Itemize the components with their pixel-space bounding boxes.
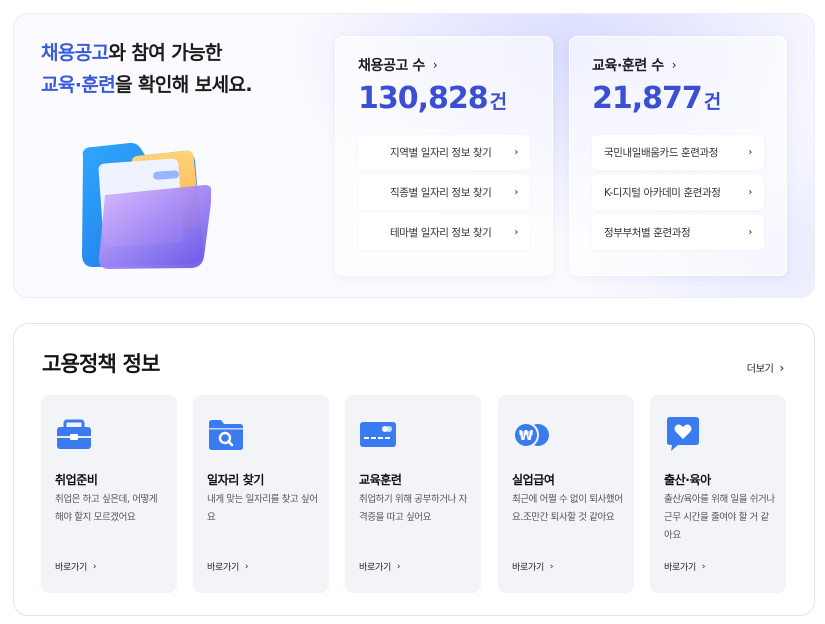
chevron-right-icon: ›: [514, 227, 518, 238]
education-card: 교육·훈련 수 › 21,877 건 국민내일배움카드 훈련과정 › K-디지털 …: [569, 36, 787, 276]
job-postings-count: 130,828 건: [358, 81, 508, 116]
go-label: 바로가기: [512, 563, 544, 573]
job-postings-number: 130,828: [358, 81, 489, 116]
job-postings-label: 채용공고 수: [358, 58, 425, 74]
go-label: 바로가기: [207, 563, 239, 573]
card-icon: [360, 422, 396, 447]
hero-title-line2: 을 확인해 보세요.: [115, 74, 252, 96]
job-link-region[interactable]: 지역별 일자리 정보 찾기 ›: [358, 135, 530, 170]
policy-card-childcare[interactable]: 출산·육아 출산/육아를 위해 일을 쉬거나 근무 시간을 줄여야 할 거 같아…: [650, 395, 786, 593]
hero-title-accent-jobs: 채용공고: [41, 42, 109, 64]
card-title: 출산·육아: [664, 473, 711, 487]
job-link-label: 직종별 일자리 정보 찾기: [390, 187, 492, 199]
education-count: 21,877 건: [592, 81, 722, 116]
card-title: 취업준비: [55, 473, 98, 487]
policy-card-education[interactable]: 교육훈련 취업하기 위해 공부하거나 자격증을 따고 싶어요 바로가기 ›: [345, 395, 481, 593]
heart-chat-icon: [667, 417, 699, 451]
card-desc: 최근에 어쩔 수 없이 퇴사했어요.조만간 퇴사할 것 같아요: [512, 494, 623, 523]
chevron-right-icon: ›: [748, 227, 752, 238]
chevron-right-icon: ›: [671, 58, 677, 72]
policy-card-unemployment[interactable]: ₩ 실업급여 최근에 어쩔 수 없이 퇴사했어요.조만간 퇴사할 것 같아요 바…: [498, 395, 634, 593]
go-link[interactable]: 바로가기 ›: [207, 560, 249, 574]
edu-link-national-card[interactable]: 국민내일배움카드 훈련과정 ›: [592, 135, 764, 170]
policy-card-job-search[interactable]: 일자리 찾기 내게 맞는 일자리를 찾고 싶어요 바로가기 ›: [193, 395, 329, 593]
won-coin-icon: ₩: [513, 422, 549, 448]
edu-link-ministry[interactable]: 정부부처별 훈련과정 ›: [592, 215, 764, 250]
policy-card-job-prep[interactable]: 취업준비 취업은 하고 싶은데, 어떻게 해야 할지 모르겠어요 바로가기 ›: [41, 395, 177, 593]
job-link-label: 테마별 일자리 정보 찾기: [390, 227, 492, 239]
go-label: 바로가기: [664, 563, 696, 573]
job-link-theme[interactable]: 테마별 일자리 정보 찾기 ›: [358, 215, 530, 250]
card-title: 실업급여: [512, 473, 555, 487]
chevron-right-icon: ›: [748, 187, 752, 198]
card-desc: 출산/육아를 위해 일을 쉬거나 근무 시간을 줄여야 할 거 같아요: [664, 494, 775, 541]
briefcase-icon: [57, 419, 91, 449]
hero-panel: 채용공고와 참여 가능한 교육·훈련을 확인해 보세요. 채용공고 수 › 13…: [14, 14, 814, 297]
chevron-right-icon: ›: [514, 147, 518, 158]
job-links: 지역별 일자리 정보 찾기 › 직종별 일자리 정보 찾기 › 테마별 일자리 …: [358, 135, 530, 255]
hero-title-accent-edu: 교육·훈련: [41, 74, 116, 96]
go-link[interactable]: 바로가기 ›: [512, 560, 554, 574]
education-number: 21,877: [592, 81, 703, 116]
chevron-right-icon: ›: [549, 561, 554, 572]
chevron-right-icon: ›: [514, 187, 518, 198]
education-heading[interactable]: 교육·훈련 수 ›: [592, 55, 677, 75]
policy-cards: 취업준비 취업은 하고 싶은데, 어떻게 해야 할지 모르겠어요 바로가기 › …: [41, 395, 787, 593]
education-unit: 건: [703, 91, 722, 113]
education-links: 국민내일배움카드 훈련과정 › K-디지털 아카데미 훈련과정 › 정부부처별 …: [592, 135, 764, 255]
go-link[interactable]: 바로가기 ›: [359, 560, 401, 574]
go-link[interactable]: 바로가기 ›: [664, 560, 706, 574]
card-desc: 취업은 하고 싶은데, 어떻게 해야 할지 모르겠어요: [55, 494, 158, 523]
more-link[interactable]: 더보기 ›: [746, 360, 785, 376]
chevron-right-icon: ›: [244, 561, 249, 572]
go-label: 바로가기: [359, 563, 391, 573]
go-link[interactable]: 바로가기 ›: [55, 560, 97, 574]
card-desc: 취업하기 위해 공부하거나 자격증을 따고 싶어요: [359, 494, 467, 523]
chevron-right-icon: ›: [432, 58, 438, 72]
hero-title-line1: 와 참여 가능한: [108, 42, 223, 64]
job-postings-card: 채용공고 수 › 130,828 건 지역별 일자리 정보 찾기 › 직종별 일자…: [335, 36, 553, 276]
job-postings-unit: 건: [489, 91, 508, 113]
more-label: 더보기: [746, 364, 774, 375]
card-desc: 내게 맞는 일자리를 찾고 싶어요: [207, 494, 318, 523]
chevron-right-icon: ›: [748, 147, 752, 158]
edu-link-label: 정부부처별 훈련과정: [604, 227, 691, 239]
svg-text:₩: ₩: [519, 429, 534, 444]
chevron-right-icon: ›: [396, 561, 401, 572]
go-label: 바로가기: [55, 563, 87, 573]
job-link-label: 지역별 일자리 정보 찾기: [390, 147, 492, 159]
hero-title: 채용공고와 참여 가능한 교육·훈련을 확인해 보세요.: [41, 37, 331, 101]
chevron-right-icon: ›: [701, 561, 706, 572]
folder-search-icon: [209, 420, 243, 450]
job-postings-heading[interactable]: 채용공고 수 ›: [358, 55, 438, 75]
employment-policy-section: 고용정책 정보 더보기 › 취업준비 취업은 하고 싶은데, 어떻게 해야 할지…: [14, 324, 814, 615]
chevron-right-icon: ›: [779, 360, 785, 375]
folder-illustration-icon: [82, 142, 211, 269]
card-title: 일자리 찾기: [207, 473, 264, 487]
edu-link-label: 국민내일배움카드 훈련과정: [604, 147, 719, 159]
card-title: 교육훈련: [359, 473, 402, 487]
edu-link-label: K-디지털 아카데미 훈련과정: [604, 187, 721, 199]
edu-link-k-digital[interactable]: K-디지털 아카데미 훈련과정 ›: [592, 175, 764, 210]
chevron-right-icon: ›: [92, 561, 97, 572]
policy-title: 고용정책 정보: [42, 352, 160, 376]
job-link-occupation[interactable]: 직종별 일자리 정보 찾기 ›: [358, 175, 530, 210]
education-label: 교육·훈련 수: [592, 58, 664, 74]
